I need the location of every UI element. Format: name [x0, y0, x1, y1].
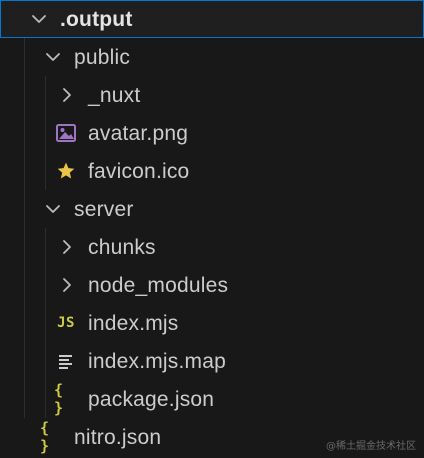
tree-item-label: index.mjs [88, 312, 179, 335]
tree-item-label: server [74, 198, 134, 221]
tree-item-label: index.mjs.map [88, 350, 226, 373]
chevron-down-icon[interactable] [44, 200, 62, 218]
chevron-down-icon[interactable] [44, 48, 62, 66]
tree-item-label: node_modules [88, 274, 229, 297]
tree-item-index-mjs-file[interactable]: JS index.mjs [0, 304, 424, 342]
tree-item-favicon-file[interactable]: favicon.ico [0, 152, 424, 190]
braces-icon: { } [40, 419, 50, 455]
tree-item-chunks-folder[interactable]: chunks [0, 228, 424, 266]
lines-icon [55, 350, 77, 372]
tree-item-index-mjs-map-file[interactable]: index.mjs.map [0, 342, 424, 380]
chevron-right-icon[interactable] [58, 238, 76, 256]
tree-item-label: .output [60, 8, 133, 31]
tree-item-nuxt-folder[interactable]: _nuxt [0, 76, 424, 114]
braces-icon: { } [54, 381, 64, 417]
star-icon [55, 160, 77, 182]
tree-item-public-folder[interactable]: public [0, 38, 424, 76]
tree-item-output-folder[interactable]: .output [0, 0, 424, 38]
tree-item-package-json-file[interactable]: { } package.json [0, 380, 424, 418]
tree-item-node-modules-folder[interactable]: node_modules [0, 266, 424, 304]
image-icon [55, 122, 77, 144]
tree-item-label: chunks [88, 236, 156, 259]
chevron-right-icon[interactable] [58, 276, 76, 294]
tree-item-label: avatar.png [88, 122, 189, 145]
chevron-right-icon[interactable] [58, 86, 76, 104]
watermark: @稀土掘金技术社区 [326, 441, 416, 452]
tree-item-avatar-file[interactable]: avatar.png [0, 114, 424, 152]
file-explorer-tree: .output public _nuxt avatar.png favicon.… [0, 0, 424, 458]
tree-item-server-folder[interactable]: server [0, 190, 424, 228]
chevron-down-icon[interactable] [30, 10, 48, 28]
tree-item-label: _nuxt [88, 84, 141, 107]
tree-item-label: nitro.json [74, 426, 162, 449]
tree-item-label: public [74, 46, 131, 69]
tree-item-label: package.json [88, 388, 215, 411]
javascript-icon: JS [57, 315, 75, 331]
tree-item-label: favicon.ico [88, 160, 190, 183]
